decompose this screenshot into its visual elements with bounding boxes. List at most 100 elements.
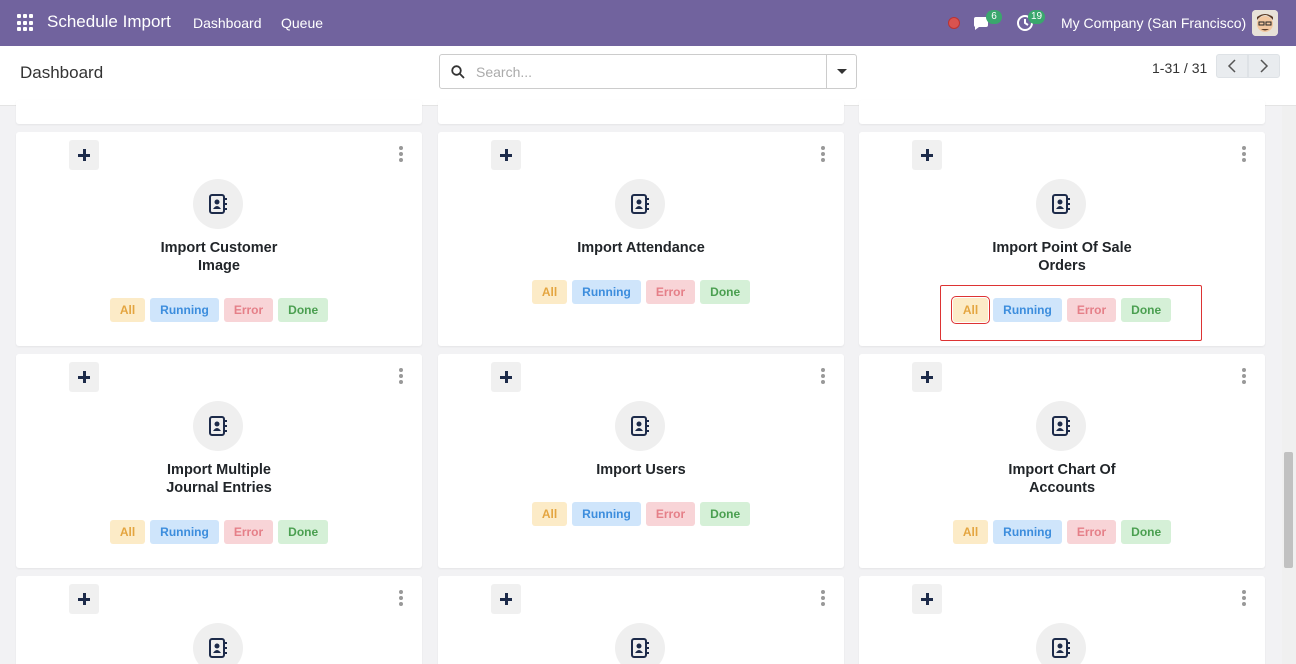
filter-all-chip[interactable]: All xyxy=(952,520,989,544)
more-options-icon[interactable] xyxy=(398,368,404,384)
add-button[interactable] xyxy=(912,362,942,392)
pager-next-button[interactable] xyxy=(1248,54,1280,78)
state-filters: All Running Error Done xyxy=(16,520,422,544)
filter-all-chip[interactable]: All xyxy=(950,296,991,324)
filter-done-chip[interactable]: Done xyxy=(1121,520,1172,544)
add-button[interactable] xyxy=(491,140,521,170)
top-navbar: Schedule Import Dashboard Queue 6 19 My … xyxy=(0,0,1296,46)
add-button[interactable] xyxy=(69,140,99,170)
pager-value[interactable]: 1-31 / 31 xyxy=(1152,60,1207,76)
card-title: Import Customer Image xyxy=(160,240,278,274)
more-options-icon[interactable] xyxy=(1241,146,1247,162)
search-icon xyxy=(451,65,465,79)
contact-book-icon xyxy=(615,623,665,664)
company-switcher[interactable]: My Company (San Francisco) xyxy=(1061,15,1246,31)
kanban-card[interactable]: Import Users All Running Error Done xyxy=(438,354,844,568)
more-options-icon[interactable] xyxy=(1241,590,1247,606)
filter-running-chip[interactable]: Running xyxy=(572,280,641,304)
more-options-icon[interactable] xyxy=(820,368,826,384)
chevron-left-icon xyxy=(1227,59,1236,73)
kanban-card-partial xyxy=(859,100,1265,124)
filter-all-chip[interactable]: All xyxy=(109,298,146,322)
search-bar[interactable] xyxy=(439,54,857,89)
filter-all-chip[interactable]: All xyxy=(531,502,568,526)
state-filters: All Running Error Done xyxy=(859,296,1265,324)
filter-error-chip[interactable]: Error xyxy=(223,520,274,544)
state-filters: All Running Error Done xyxy=(16,298,422,322)
card-title: Import Multiple Journal Entries xyxy=(166,462,272,496)
more-options-icon[interactable] xyxy=(1241,368,1247,384)
filter-error-chip[interactable]: Error xyxy=(1066,298,1117,322)
control-panel: Dashboard 1-31 / 31 xyxy=(0,46,1296,106)
filter-all-chip[interactable]: All xyxy=(109,520,146,544)
filter-running-chip[interactable]: Running xyxy=(150,520,219,544)
state-filters: All Running Error Done xyxy=(438,502,844,526)
app-title[interactable]: Schedule Import xyxy=(47,12,171,32)
nav-queue[interactable]: Queue xyxy=(281,15,323,31)
app-menu-icon[interactable] xyxy=(17,14,35,32)
record-icon[interactable] xyxy=(948,17,960,29)
chevron-right-icon xyxy=(1260,59,1269,73)
kanban-card[interactable]: Import Customer Image All Running Error D… xyxy=(16,132,422,346)
add-button[interactable] xyxy=(69,362,99,392)
kanban-card[interactable]: Import Multiple Journal Entries All Runni… xyxy=(16,354,422,568)
card-title: Import Chart Of Accounts xyxy=(1008,462,1116,496)
card-title: Import Users xyxy=(596,462,686,478)
add-button[interactable] xyxy=(491,584,521,614)
kanban-card[interactable] xyxy=(16,576,422,664)
nav-dashboard[interactable]: Dashboard xyxy=(193,15,262,31)
contact-book-icon xyxy=(1036,623,1086,664)
chevron-down-icon xyxy=(837,69,847,74)
more-options-icon[interactable] xyxy=(398,590,404,606)
contact-book-icon xyxy=(615,179,665,229)
contact-book-icon xyxy=(193,179,243,229)
search-options-toggle[interactable] xyxy=(826,55,856,88)
breadcrumb: Dashboard xyxy=(20,63,104,82)
scrollbar-track[interactable] xyxy=(1282,106,1296,664)
contact-book-icon xyxy=(193,401,243,451)
user-avatar[interactable] xyxy=(1252,10,1278,36)
filter-running-chip[interactable]: Running xyxy=(572,502,641,526)
add-button[interactable] xyxy=(912,584,942,614)
card-title: Import Point Of Sale Orders xyxy=(992,240,1132,274)
contact-book-icon xyxy=(1036,179,1086,229)
more-options-icon[interactable] xyxy=(820,590,826,606)
filter-done-chip[interactable]: Done xyxy=(700,280,751,304)
filter-all-chip[interactable]: All xyxy=(531,280,568,304)
scrollbar-thumb[interactable] xyxy=(1284,452,1293,568)
state-filters: All Running Error Done xyxy=(859,520,1265,544)
filter-error-chip[interactable]: Error xyxy=(223,298,274,322)
filter-error-chip[interactable]: Error xyxy=(645,280,696,304)
filter-running-chip[interactable]: Running xyxy=(993,298,1062,322)
search-input[interactable] xyxy=(476,61,816,83)
filter-done-chip[interactable]: Done xyxy=(278,298,329,322)
contact-book-icon xyxy=(1036,401,1086,451)
add-button[interactable] xyxy=(491,362,521,392)
messages-badge: 6 xyxy=(986,10,1002,24)
filter-error-chip[interactable]: Error xyxy=(1066,520,1117,544)
filter-error-chip[interactable]: Error xyxy=(645,502,696,526)
filter-done-chip[interactable]: Done xyxy=(700,502,751,526)
add-button[interactable] xyxy=(912,140,942,170)
filter-done-chip[interactable]: Done xyxy=(1121,298,1172,322)
filter-done-chip[interactable]: Done xyxy=(278,520,329,544)
kanban-card[interactable]: Import Chart Of Accounts All Running Erro… xyxy=(859,354,1265,568)
contact-book-icon xyxy=(193,623,243,664)
pager-previous-button[interactable] xyxy=(1216,54,1248,78)
state-filters: All Running Error Done xyxy=(438,280,844,304)
kanban-card-partial xyxy=(16,100,422,124)
filter-running-chip[interactable]: Running xyxy=(993,520,1062,544)
card-title: Import Attendance xyxy=(577,240,705,256)
filter-running-chip[interactable]: Running xyxy=(150,298,219,322)
kanban-card[interactable] xyxy=(438,576,844,664)
add-button[interactable] xyxy=(69,584,99,614)
kanban-card[interactable] xyxy=(859,576,1265,664)
kanban-card[interactable]: Import Attendance All Running Error Done xyxy=(438,132,844,346)
more-options-icon[interactable] xyxy=(820,146,826,162)
more-options-icon[interactable] xyxy=(398,146,404,162)
kanban-card[interactable]: Import Point Of Sale Orders All Running E… xyxy=(859,132,1265,346)
kanban-card-partial xyxy=(438,100,844,124)
activities-badge: 19 xyxy=(1028,10,1046,24)
avatar-icon xyxy=(1252,10,1278,36)
contact-book-icon xyxy=(615,401,665,451)
